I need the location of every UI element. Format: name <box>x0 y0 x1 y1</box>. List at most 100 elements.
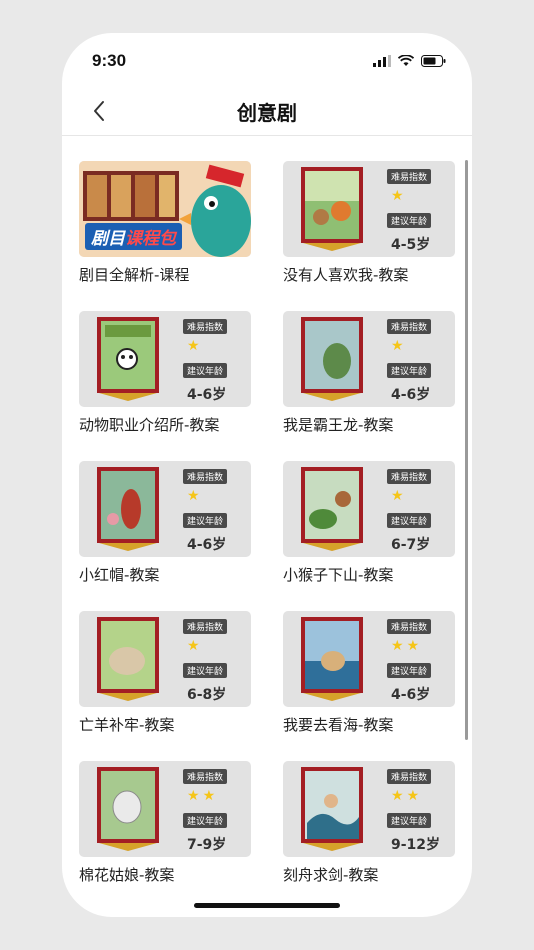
difficulty-label: 难易指数 <box>387 169 432 184</box>
age-range: 9-12岁 <box>391 837 441 853</box>
course-title: 剧目全解析-课程 <box>79 266 190 284</box>
age-range: 4-5岁 <box>391 237 431 253</box>
difficulty-label: 难易指数 <box>183 619 228 634</box>
course-thumb: 难易指数 ★ ★ 建议年龄 9-12岁 <box>283 761 455 857</box>
age-range: 4-6岁 <box>391 687 431 703</box>
course-title: 小猴子下山-教案 <box>283 566 394 584</box>
age-label: 建议年龄 <box>387 513 432 528</box>
age-label: 建议年龄 <box>387 663 432 678</box>
course-title: 亡羊补牢-教案 <box>79 716 175 734</box>
course-thumb: 难易指数 ★ 建议年龄 4-6岁 <box>79 461 251 557</box>
difficulty-stars: ★ <box>187 488 200 504</box>
age-label: 建议年龄 <box>183 513 228 528</box>
star-icon: ★ <box>406 638 420 654</box>
course-grid: 剧目课程包 剧目全解析-课程 难易指数 ★ 建议年龄 4-5岁 没有人喜欢我-教… <box>62 136 472 917</box>
age-range: 7-9岁 <box>187 837 227 853</box>
course-title: 没有人喜欢我-教案 <box>283 266 409 284</box>
course-thumb: 难易指数 ★ ★ 建议年龄 7-9岁 <box>79 761 251 857</box>
course-title: 小红帽-教案 <box>79 566 160 584</box>
course-card-4[interactable]: 难易指数 ★ 建议年龄 4-6岁 小红帽-教案 <box>79 461 251 601</box>
course-banner: 剧目课程包 <box>79 161 251 257</box>
course-thumb: 难易指数 ★ ★ 建议年龄 4-6岁 <box>283 611 455 707</box>
star-icon: ★ <box>202 788 216 804</box>
status-icons <box>373 55 446 67</box>
age-range: 4-6岁 <box>391 387 431 403</box>
cover-art <box>301 617 363 701</box>
star-icon: ★ <box>391 188 404 204</box>
age-label: 建议年龄 <box>387 813 432 828</box>
star-icon: ★ <box>187 638 200 654</box>
banner-text-a: 剧目 <box>91 229 125 249</box>
difficulty-stars: ★ <box>391 488 404 504</box>
difficulty-stars: ★ ★ <box>391 638 419 654</box>
course-title: 棉花姑娘-教案 <box>79 866 175 884</box>
banner-text-b: 课程包 <box>125 229 176 249</box>
phone-screen: 9:30 创意剧 剧目课程包 剧目全解析-课程 难易指数 ★ 建议年龄 4-5岁… <box>62 33 472 917</box>
star-icon: ★ <box>391 788 404 804</box>
difficulty-label: 难易指数 <box>183 319 228 334</box>
battery-icon <box>421 55 446 67</box>
age-range: 4-6岁 <box>187 387 227 403</box>
course-card-7[interactable]: 难易指数 ★ ★ 建议年龄 4-6岁 我要去看海-教案 <box>283 611 455 751</box>
cover-art <box>301 767 363 851</box>
star-icon: ★ <box>391 338 404 354</box>
difficulty-label: 难易指数 <box>387 769 432 784</box>
difficulty-stars: ★ <box>187 638 200 654</box>
page-title: 创意剧 <box>237 101 297 125</box>
difficulty-label: 难易指数 <box>387 619 432 634</box>
course-thumb: 难易指数 ★ 建议年龄 4-6岁 <box>283 311 455 407</box>
difficulty-label: 难易指数 <box>183 469 228 484</box>
nav-bar: 创意剧 <box>62 89 472 136</box>
difficulty-stars: ★ <box>391 338 404 354</box>
scrollbar[interactable] <box>465 160 468 740</box>
star-icon: ★ <box>187 488 200 504</box>
course-card-6[interactable]: 难易指数 ★ 建议年龄 6-8岁 亡羊补牢-教案 <box>79 611 251 751</box>
difficulty-label: 难易指数 <box>387 319 432 334</box>
age-label: 建议年龄 <box>183 663 228 678</box>
course-title: 我要去看海-教案 <box>283 716 394 734</box>
course-card-0[interactable]: 剧目课程包 剧目全解析-课程 <box>79 161 251 301</box>
star-icon: ★ <box>391 488 404 504</box>
difficulty-stars: ★ <box>187 338 200 354</box>
cover-art <box>97 317 159 401</box>
age-label: 建议年龄 <box>183 363 228 378</box>
cover-art <box>301 317 363 401</box>
course-thumb: 难易指数 ★ 建议年龄 6-7岁 <box>283 461 455 557</box>
age-label: 建议年龄 <box>183 813 228 828</box>
difficulty-label: 难易指数 <box>183 769 228 784</box>
star-icon: ★ <box>391 638 404 654</box>
course-card-5[interactable]: 难易指数 ★ 建议年龄 6-7岁 小猴子下山-教案 <box>283 461 455 601</box>
difficulty-stars: ★ <box>391 188 404 204</box>
cover-art <box>301 167 363 251</box>
course-title: 我是霸王龙-教案 <box>283 416 394 434</box>
age-range: 4-6岁 <box>187 537 227 553</box>
course-title: 刻舟求剑-教案 <box>283 866 379 884</box>
home-indicator[interactable] <box>194 903 340 908</box>
signal-icon <box>373 55 391 67</box>
age-range: 6-8岁 <box>187 687 227 703</box>
course-thumb: 难易指数 ★ 建议年龄 4-5岁 <box>283 161 455 257</box>
course-card-2[interactable]: 难易指数 ★ 建议年龄 4-6岁 动物职业介绍所-教案 <box>79 311 251 451</box>
cover-art <box>97 617 159 701</box>
course-thumb: 难易指数 ★ 建议年龄 4-6岁 <box>79 311 251 407</box>
difficulty-label: 难易指数 <box>387 469 432 484</box>
cover-art <box>301 467 363 551</box>
course-card-3[interactable]: 难易指数 ★ 建议年龄 4-6岁 我是霸王龙-教案 <box>283 311 455 451</box>
course-thumb: 难易指数 ★ 建议年龄 6-8岁 <box>79 611 251 707</box>
course-card-1[interactable]: 难易指数 ★ 建议年龄 4-5岁 没有人喜欢我-教案 <box>283 161 455 301</box>
banner-title: 剧目课程包 <box>85 223 182 250</box>
star-icon: ★ <box>406 788 420 804</box>
difficulty-stars: ★ ★ <box>391 788 419 804</box>
cover-art <box>97 467 159 551</box>
star-icon: ★ <box>187 788 200 804</box>
status-bar: 9:30 <box>62 33 472 89</box>
star-icon: ★ <box>187 338 200 354</box>
age-label: 建议年龄 <box>387 213 432 228</box>
course-title: 动物职业介绍所-教案 <box>79 416 220 434</box>
course-card-8[interactable]: 难易指数 ★ ★ 建议年龄 7-9岁 棉花姑娘-教案 <box>79 761 251 901</box>
difficulty-stars: ★ ★ <box>187 788 215 804</box>
status-time: 9:30 <box>92 51 127 70</box>
course-card-9[interactable]: 难易指数 ★ ★ 建议年龄 9-12岁 刻舟求剑-教案 <box>283 761 455 901</box>
wifi-icon <box>398 55 414 66</box>
age-label: 建议年龄 <box>387 363 432 378</box>
